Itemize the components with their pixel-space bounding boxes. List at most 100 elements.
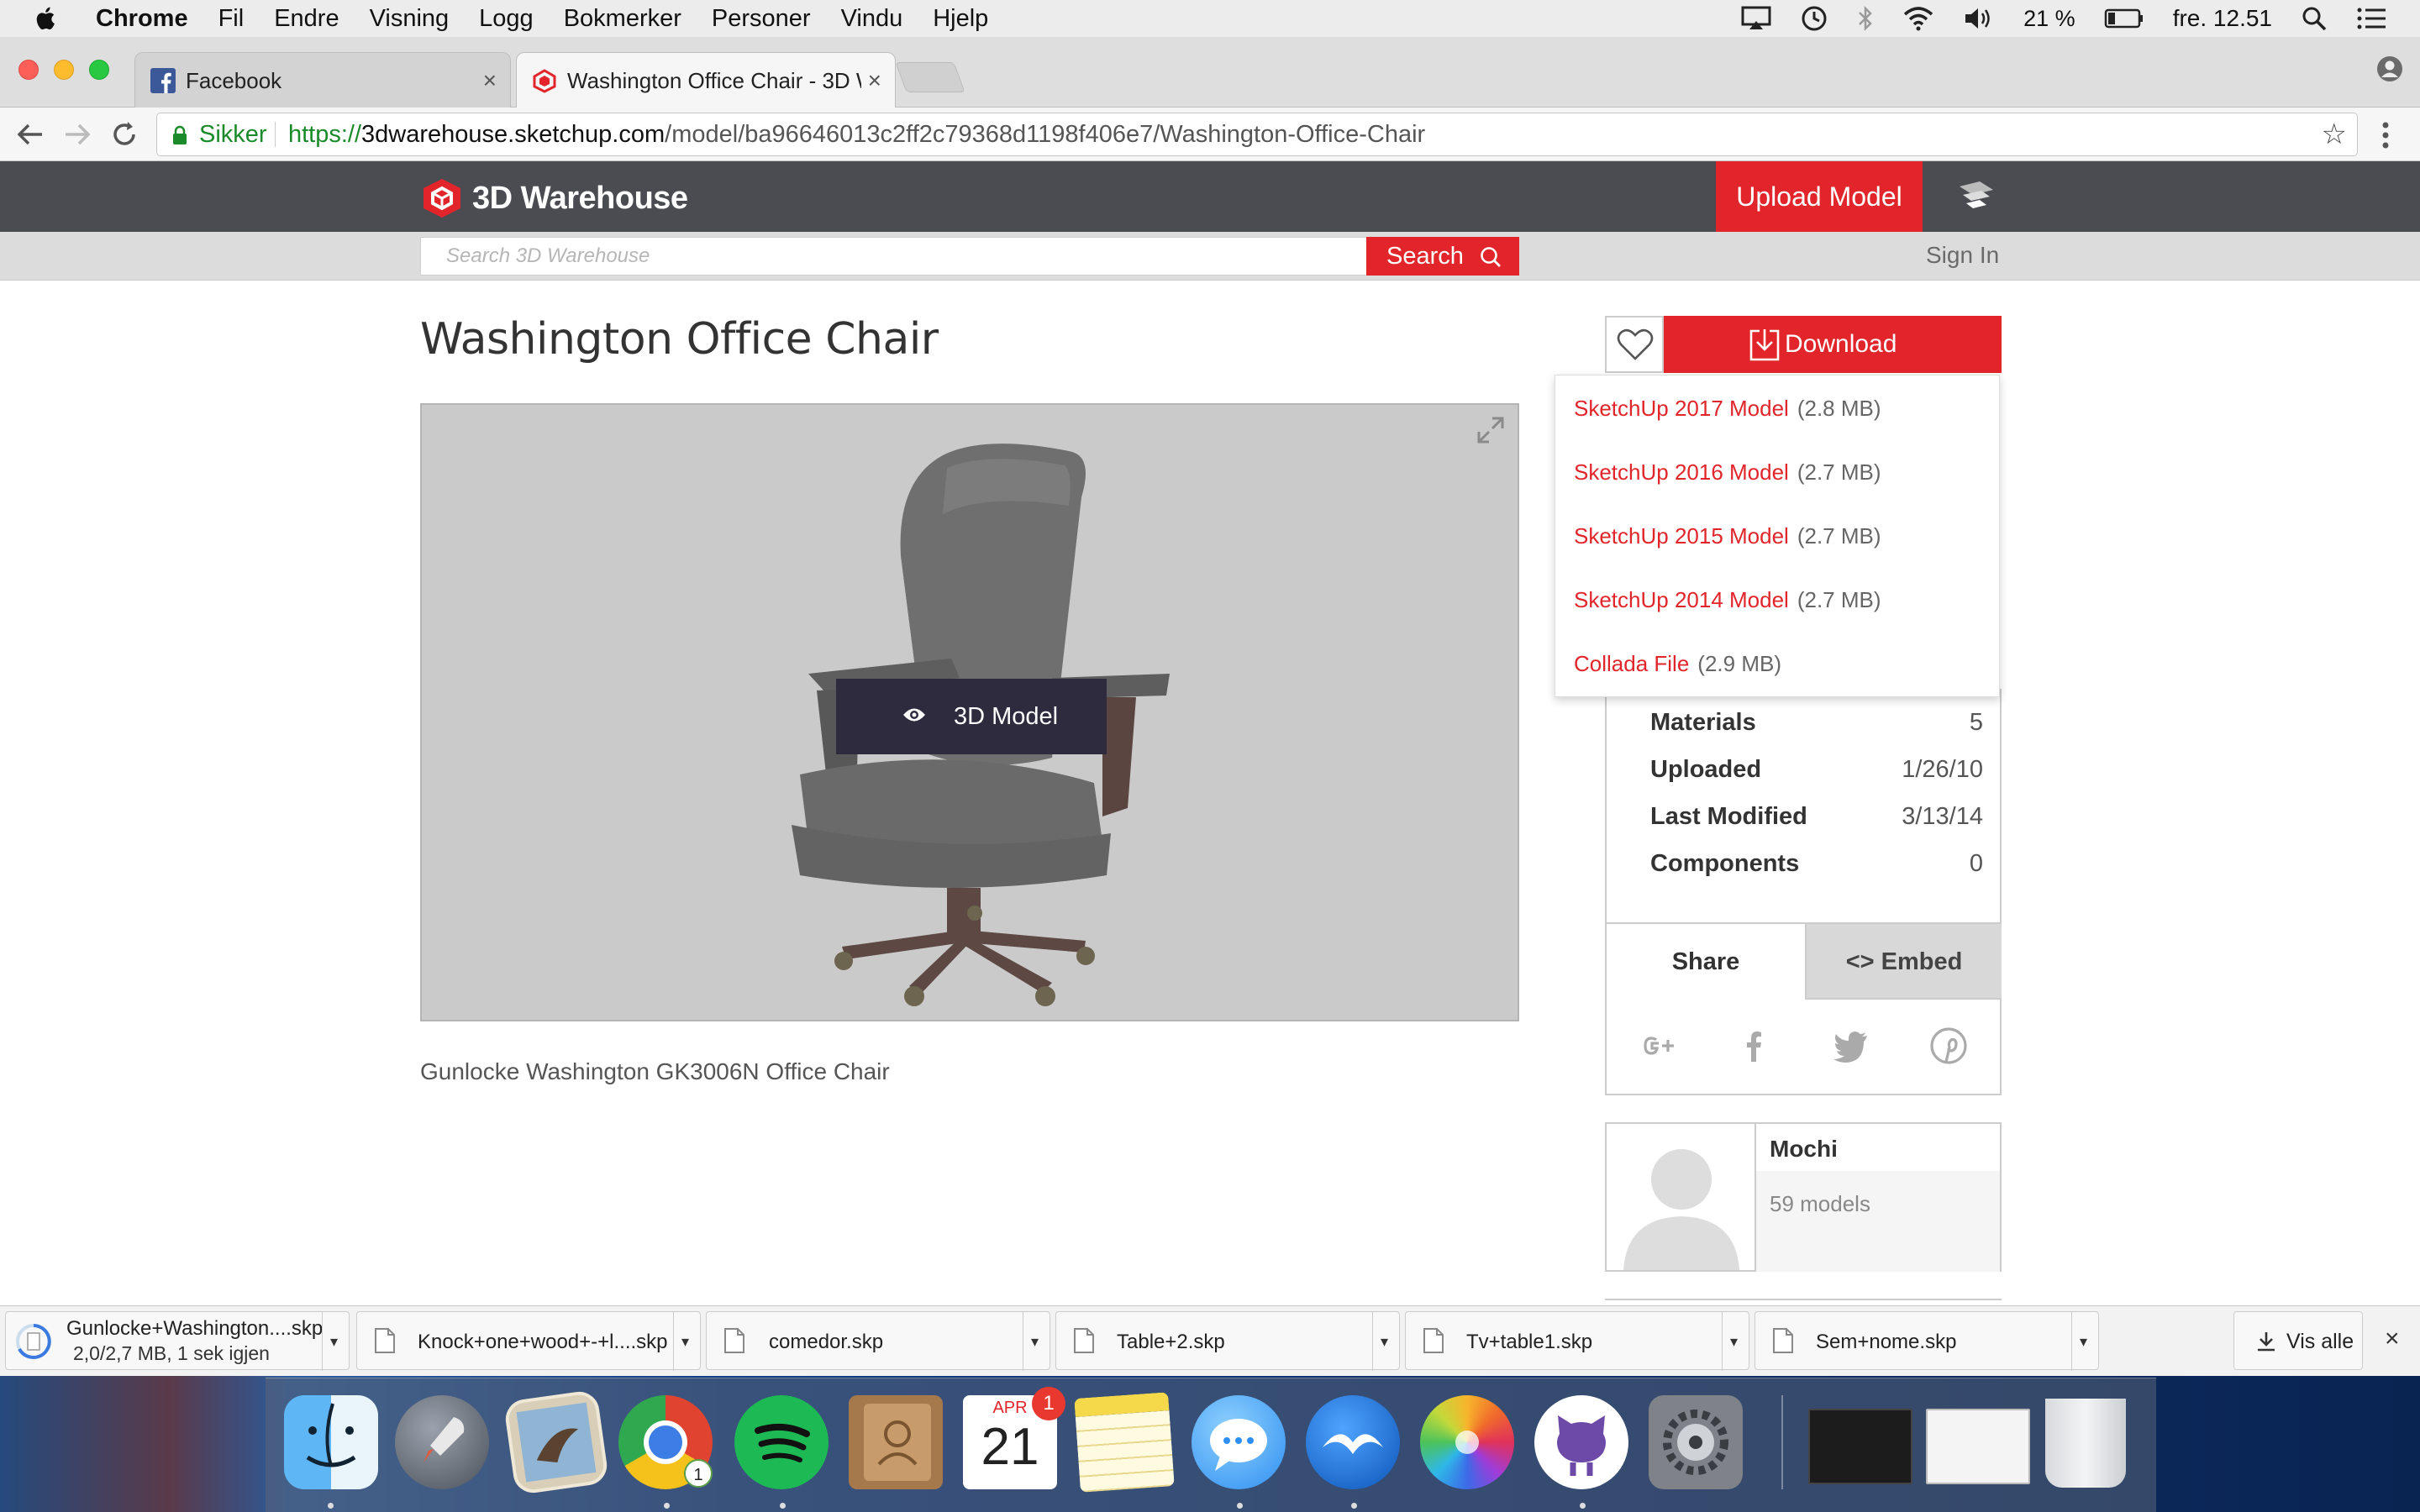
window-close-button[interactable] — [18, 60, 39, 80]
lock-icon — [173, 125, 187, 144]
menu-history[interactable]: Logg — [479, 5, 534, 33]
menu-bookmarks[interactable]: Bokmerker — [564, 5, 681, 33]
menubar-clock[interactable]: fre. 12.51 — [2173, 5, 2272, 32]
pinterest-icon[interactable] — [1928, 1025, 1970, 1067]
twitter-icon[interactable] — [1830, 1025, 1872, 1067]
sign-in-link[interactable]: Sign In — [1926, 242, 1999, 269]
menu-window[interactable]: Vindu — [841, 5, 903, 33]
author-name[interactable]: Mochi — [1770, 1136, 1838, 1163]
download-icon — [1749, 329, 1780, 361]
airplay-icon[interactable] — [1741, 6, 1771, 31]
minimized-window-thumbnail[interactable] — [1808, 1409, 1912, 1484]
launchpad-icon[interactable] — [395, 1395, 489, 1489]
site-logo[interactable]: 3D Warehouse — [420, 176, 688, 220]
photos-icon[interactable] — [1420, 1395, 1514, 1489]
show-all-downloads-button[interactable]: Vis alle — [2233, 1311, 2363, 1370]
download-item[interactable]: Table+2.skp ▾ — [1055, 1311, 1400, 1371]
bookmark-star-icon[interactable]: ☆ — [2322, 113, 2347, 155]
menu-people[interactable]: Personer — [712, 5, 811, 33]
tab-3d-warehouse[interactable]: Washington Office Chair - 3D W × — [516, 52, 896, 108]
view-3d-model-button[interactable]: 3D Model — [836, 679, 1107, 754]
chrome-menu-icon[interactable] — [2380, 121, 2391, 150]
chevron-down-icon[interactable]: ▾ — [322, 1312, 345, 1371]
forward-button[interactable] — [60, 118, 94, 151]
chrome-icon[interactable]: 1 — [618, 1395, 713, 1489]
finder-icon[interactable] — [284, 1395, 378, 1489]
favorite-button[interactable] — [1605, 316, 1664, 373]
detail-label: Last Modified — [1650, 803, 1807, 830]
download-item[interactable]: Gunlocke+Washington....skp 2,0/2,7 MB, 1… — [5, 1311, 350, 1371]
search-input[interactable] — [420, 237, 1368, 276]
finder-face — [306, 1403, 356, 1467]
messages-icon[interactable] — [1192, 1395, 1286, 1489]
apple-icon[interactable] — [32, 4, 60, 33]
facebook-icon[interactable] — [1733, 1025, 1775, 1067]
url-host: 3dwarehouse.sketchup.com — [361, 121, 666, 148]
close-tab-icon[interactable]: × — [483, 53, 497, 108]
github-icon[interactable] — [1534, 1395, 1628, 1489]
reload-button[interactable] — [108, 118, 141, 151]
spotify-icon[interactable] — [734, 1395, 829, 1489]
tab-share[interactable]: Share — [1607, 924, 1805, 1000]
download-option-sketchup-2016[interactable]: SketchUp 2016 Model (2.7 MB) — [1574, 459, 1881, 486]
menu-file[interactable]: Fil — [218, 5, 245, 33]
download-button[interactable]: Download — [1664, 316, 2002, 373]
download-item[interactable]: comedor.skp ▾ — [706, 1311, 1050, 1371]
menu-view[interactable]: Visning — [370, 5, 450, 33]
new-tab-button[interactable] — [895, 62, 965, 92]
bluetooth-icon[interactable] — [1857, 5, 1874, 32]
file-icon — [1773, 1328, 1793, 1353]
model-preview[interactable]: 3D Model — [420, 403, 1519, 1021]
avatar[interactable] — [1607, 1124, 1756, 1270]
google-plus-icon[interactable] — [1637, 1025, 1679, 1067]
chevron-down-icon[interactable]: ▾ — [1372, 1312, 1396, 1371]
trimble-menu-icon[interactable] — [1956, 178, 1996, 215]
back-button[interactable] — [13, 118, 47, 151]
calendar-icon[interactable]: APR 21 1 — [963, 1387, 1065, 1489]
trash-icon[interactable] — [2045, 1399, 2126, 1488]
menu-edit[interactable]: Endre — [274, 5, 339, 33]
system-preferences-icon[interactable] — [1649, 1395, 1743, 1489]
window-zoom-button[interactable] — [89, 60, 109, 80]
fullscreen-expand-icon[interactable] — [1474, 413, 1507, 447]
menu-app-name[interactable]: Chrome — [96, 5, 188, 33]
chevron-down-icon[interactable]: ▾ — [2071, 1312, 2095, 1371]
search-button[interactable]: Search — [1366, 237, 1519, 276]
tab-embed[interactable]: <> Embed — [1805, 924, 2002, 1000]
download-option-collada[interactable]: Collada File (2.9 MB) — [1574, 651, 1781, 677]
octocat-glyph — [1557, 1415, 1606, 1476]
download-item[interactable]: Tv+table1.skp ▾ — [1405, 1311, 1749, 1371]
profile-icon[interactable] — [2376, 55, 2403, 82]
chevron-down-icon[interactable]: ▾ — [673, 1312, 697, 1371]
address-bar[interactable]: Sikker https://3dwarehouse.sketchup.com/… — [156, 113, 2358, 156]
download-item[interactable]: Knock+one+wood+-+l....skp ▾ — [356, 1311, 701, 1371]
openoffice-icon[interactable] — [1306, 1395, 1400, 1489]
wifi-icon[interactable] — [1902, 6, 1934, 31]
download-option-sketchup-2014[interactable]: SketchUp 2014 Model (2.7 MB) — [1574, 587, 1881, 613]
upload-model-button[interactable]: Upload Model — [1716, 161, 1923, 232]
contacts-icon[interactable] — [849, 1395, 943, 1489]
chevron-down-icon[interactable]: ▾ — [1722, 1312, 1745, 1371]
download-filename: Table+2.skp — [1117, 1331, 1225, 1353]
detail-value: 3/13/14 — [1902, 803, 1983, 830]
download-option-sketchup-2017[interactable]: SketchUp 2017 Model (2.8 MB) — [1574, 396, 1881, 422]
chevron-down-icon[interactable]: ▾ — [1023, 1312, 1046, 1371]
mail-icon[interactable] — [502, 1389, 610, 1496]
notes-icon[interactable] — [1074, 1392, 1175, 1493]
volume-icon[interactable] — [1963, 6, 1995, 31]
download-filename: Sem+nome.skp — [1816, 1331, 1957, 1353]
file-icon — [724, 1328, 744, 1353]
close-shelf-icon[interactable]: × — [2385, 1325, 2400, 1353]
tab-facebook[interactable]: Facebook × — [134, 52, 511, 108]
author-card[interactable]: Mochi 59 models — [1605, 1122, 2002, 1272]
download-option-sketchup-2015[interactable]: SketchUp 2015 Model (2.7 MB) — [1574, 523, 1881, 549]
time-machine-icon[interactable] — [1800, 4, 1828, 33]
close-tab-icon[interactable]: × — [860, 53, 881, 108]
window-minimize-button[interactable] — [54, 60, 74, 80]
notification-center-icon[interactable] — [2356, 6, 2386, 31]
minimized-window-thumbnail[interactable] — [1926, 1409, 2030, 1484]
spotlight-icon[interactable] — [2301, 5, 2328, 32]
download-item[interactable]: Sem+nome.skp ▾ — [1754, 1311, 2099, 1371]
battery-icon[interactable] — [2104, 8, 2144, 29]
menu-help[interactable]: Hjelp — [933, 5, 988, 33]
